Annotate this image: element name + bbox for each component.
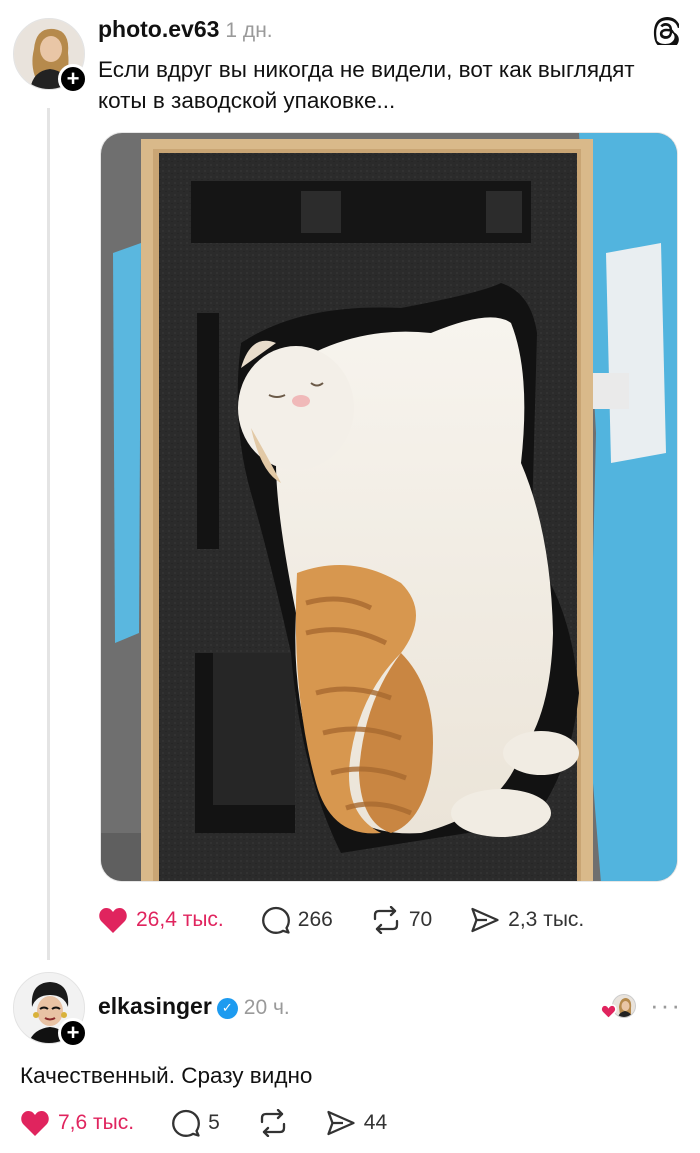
reply-repost-button[interactable] [258,1109,288,1137]
post-actions: 26,4 тыс. 266 70 2,3 тыс. [98,906,622,934]
reply-comment-button[interactable]: 5 [172,1109,220,1137]
thread-line [47,108,50,960]
reply-text: Качественный. Сразу видно [20,1063,313,1088]
share-icon [327,1110,355,1136]
verified-icon: ✓ [216,997,238,1019]
reply-actions: 7,6 тыс. 5 44 [20,1109,425,1137]
comment-count: 266 [297,908,333,931]
author-username[interactable]: photo.ev63 [98,16,219,42]
reply-like-count: 7,6 тыс. [58,1111,135,1134]
liked-by-author-indicator[interactable] [600,994,640,1020]
comment-icon [261,906,290,934]
post-header: photo.ev63 1 дн. [98,16,273,43]
share-icon [471,907,499,933]
like-button[interactable]: 26,4 тыс. [98,906,224,934]
more-icon[interactable]: ··· [650,990,682,1021]
like-count: 26,4 тыс. [136,908,224,931]
share-count: 2,3 тыс. [508,908,585,931]
reply-like-button[interactable]: 7,6 тыс. [20,1109,134,1137]
reply-share-button[interactable]: 44 [326,1109,387,1137]
post-time: 1 дн. [225,19,273,42]
heart-icon [99,908,127,933]
threads-logo-icon[interactable] [653,17,681,50]
post-text: Если вдруг вы никогда не видели, вот как… [98,57,635,113]
reply-share-count: 44 [363,1111,388,1134]
comment-button[interactable]: 266 [261,906,333,934]
small-heart-icon [600,1004,617,1019]
reply-follow-plus-icon[interactable]: + [58,1018,88,1048]
heart-icon [21,1111,49,1136]
repost-count: 70 [408,908,433,931]
follow-plus-icon[interactable]: + [58,64,88,94]
share-button[interactable]: 2,3 тыс. [470,906,584,934]
reply-header: elkasinger ✓ 20 ч. [98,993,290,1020]
reply-author-username[interactable]: elkasinger [98,993,212,1019]
repost-icon [373,906,398,934]
comment-icon [172,1109,201,1137]
repost-icon [260,1109,285,1137]
repost-button[interactable]: 70 [371,906,432,934]
post-image[interactable] [100,132,678,882]
reply-comment-count: 5 [208,1111,220,1134]
reply-time: 20 ч. [243,996,290,1019]
